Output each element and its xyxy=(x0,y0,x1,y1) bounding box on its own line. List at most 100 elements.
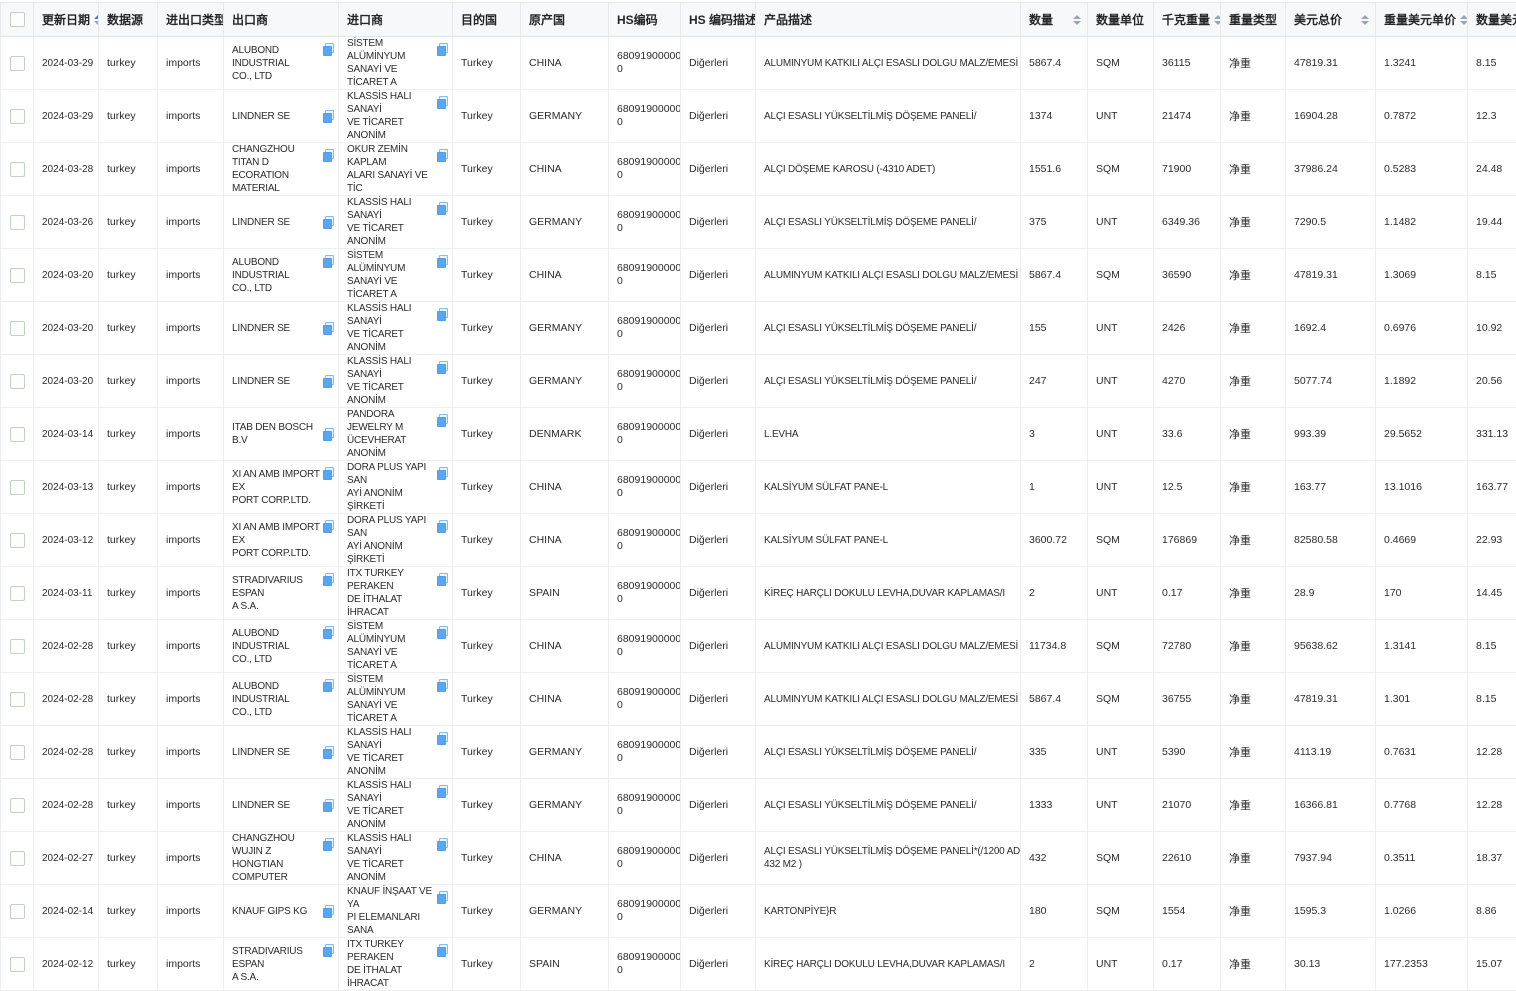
col-header-usd_per_weight[interactable]: 重量美元单价 xyxy=(1376,3,1468,37)
col-header-quantity[interactable]: 数量 xyxy=(1021,3,1088,37)
cell-text: SİSTEM ALÜMİNYUM SANAYİ VE TİCARET A xyxy=(347,674,405,724)
table-row: 2024-02-28turkeyimportsLINDNER SEKLASSİS… xyxy=(1,726,1516,779)
cell-text: 170 xyxy=(1384,587,1402,599)
copy-icon[interactable] xyxy=(437,361,448,373)
copy-icon[interactable] xyxy=(323,110,334,122)
copy-icon[interactable] xyxy=(437,944,448,956)
cell-text: Turkey xyxy=(461,322,493,334)
cell-text: 1.3069 xyxy=(1384,269,1416,281)
copy-icon[interactable] xyxy=(437,308,448,320)
copy-icon[interactable] xyxy=(323,573,334,585)
sort-icon[interactable] xyxy=(1460,15,1467,25)
cell-product_desc: ALUMINYUM KATKILI ALÇI ESASLI DOLGU MALZ… xyxy=(756,620,1021,673)
row-checkbox[interactable] xyxy=(10,533,25,548)
copy-icon[interactable] xyxy=(323,944,334,956)
cell-text: 3600.72 xyxy=(1029,534,1067,546)
cell-update_date: 2024-03-26 xyxy=(34,196,99,249)
col-header-usd_per_qty: 数量美元单价 xyxy=(1468,3,1516,37)
row-checkbox[interactable] xyxy=(10,692,25,707)
cell-usd_total: 163.77 xyxy=(1286,461,1376,514)
row-checkbox[interactable] xyxy=(10,109,25,124)
cell-destination: Turkey xyxy=(453,408,521,461)
cell-text: imports xyxy=(166,322,200,334)
cell-usd_total: 37986.24 xyxy=(1286,143,1376,196)
row-checkbox[interactable] xyxy=(10,745,25,760)
copy-icon[interactable] xyxy=(323,43,334,55)
cell-text: 33.6 xyxy=(1162,428,1182,440)
cell-text: 4270 xyxy=(1162,375,1185,387)
row-checkbox[interactable] xyxy=(10,480,25,495)
cell-usd_total: 16366.81 xyxy=(1286,779,1376,832)
copy-icon[interactable] xyxy=(437,520,448,532)
copy-icon[interactable] xyxy=(323,322,334,334)
copy-icon[interactable] xyxy=(323,746,334,758)
copy-icon[interactable] xyxy=(323,375,334,387)
cell-origin: SPAIN xyxy=(521,567,609,620)
cell-text: Turkey xyxy=(461,640,493,652)
copy-icon[interactable] xyxy=(323,905,334,917)
cell-destination: Turkey xyxy=(453,302,521,355)
row-checkbox[interactable] xyxy=(10,321,25,336)
col-header-usd_total[interactable]: 美元总价 xyxy=(1286,3,1376,37)
column-label: HS 编码描述 xyxy=(689,11,756,28)
copy-icon[interactable] xyxy=(437,414,448,426)
row-checkbox[interactable] xyxy=(10,268,25,283)
copy-icon[interactable] xyxy=(437,838,448,850)
cell-hs_code: 68091900000 0 xyxy=(609,567,681,620)
cell-usd_per_weight: 0.7768 xyxy=(1376,779,1468,832)
copy-icon[interactable] xyxy=(437,467,448,479)
copy-icon[interactable] xyxy=(323,626,334,638)
copy-icon[interactable] xyxy=(437,43,448,55)
copy-icon[interactable] xyxy=(323,255,334,267)
copy-icon[interactable] xyxy=(323,799,334,811)
row-checkbox[interactable] xyxy=(10,215,25,230)
cell-data_source: turkey xyxy=(99,832,158,885)
sort-icon[interactable] xyxy=(1361,15,1369,25)
col-header-trade_type: 进出口类型 xyxy=(158,3,224,37)
cell-product_desc: ALÇI ESASLI YÜKSELTİLMİŞ DÖŞEME PANELİ*(… xyxy=(756,832,1021,885)
row-checkbox[interactable] xyxy=(10,374,25,389)
copy-icon[interactable] xyxy=(437,732,448,744)
cell-trade_type: imports xyxy=(158,514,224,567)
cell-text: 68091900000 0 xyxy=(617,686,681,711)
row-checkbox[interactable] xyxy=(10,639,25,654)
cell-data_source: turkey xyxy=(99,408,158,461)
cell-text: ALUBOND INDUSTRIAL CO., LTD xyxy=(232,628,289,665)
copy-icon[interactable] xyxy=(323,428,334,440)
row-checkbox[interactable] xyxy=(10,957,25,972)
copy-icon[interactable] xyxy=(323,679,334,691)
row-checkbox[interactable] xyxy=(10,586,25,601)
cell-text: turkey xyxy=(107,799,136,811)
copy-icon[interactable] xyxy=(323,520,334,532)
row-checkbox[interactable] xyxy=(10,162,25,177)
row-checkbox[interactable] xyxy=(10,904,25,919)
row-checkbox[interactable] xyxy=(10,798,25,813)
copy-icon[interactable] xyxy=(323,467,334,479)
cell-text: ALUMINYUM KATKILI ALÇI ESASLI DOLGU MALZ… xyxy=(764,58,1018,69)
copy-icon[interactable] xyxy=(437,573,448,585)
row-checkbox[interactable] xyxy=(10,56,25,71)
cell-text: 2024-03-11 xyxy=(42,588,92,599)
sort-icon[interactable] xyxy=(1073,15,1081,25)
copy-icon[interactable] xyxy=(437,785,448,797)
cell-text: 净重 xyxy=(1229,164,1251,176)
copy-icon[interactable] xyxy=(437,202,448,214)
row-checkbox[interactable] xyxy=(10,427,25,442)
cell-text: 993.39 xyxy=(1294,428,1326,440)
cell-quantity_unit: SQM xyxy=(1088,249,1154,302)
row-checkbox[interactable] xyxy=(10,851,25,866)
copy-icon[interactable] xyxy=(437,891,448,903)
copy-icon[interactable] xyxy=(437,96,448,108)
copy-icon[interactable] xyxy=(437,149,448,161)
copy-icon[interactable] xyxy=(437,679,448,691)
copy-icon[interactable] xyxy=(323,838,334,850)
copy-icon[interactable] xyxy=(437,255,448,267)
copy-icon[interactable] xyxy=(323,216,334,228)
select-all-checkbox[interactable] xyxy=(10,12,25,27)
cell-importer: ITX TURKEY PERAKEN DE İTHALAT İHRACAT xyxy=(339,567,453,620)
col-header-update_date[interactable]: 更新日期 xyxy=(34,3,99,37)
copy-icon[interactable] xyxy=(437,626,448,638)
cell-destination: Turkey xyxy=(453,779,521,832)
copy-icon[interactable] xyxy=(323,149,334,161)
col-header-kg_weight[interactable]: 千克重量 xyxy=(1154,3,1221,37)
